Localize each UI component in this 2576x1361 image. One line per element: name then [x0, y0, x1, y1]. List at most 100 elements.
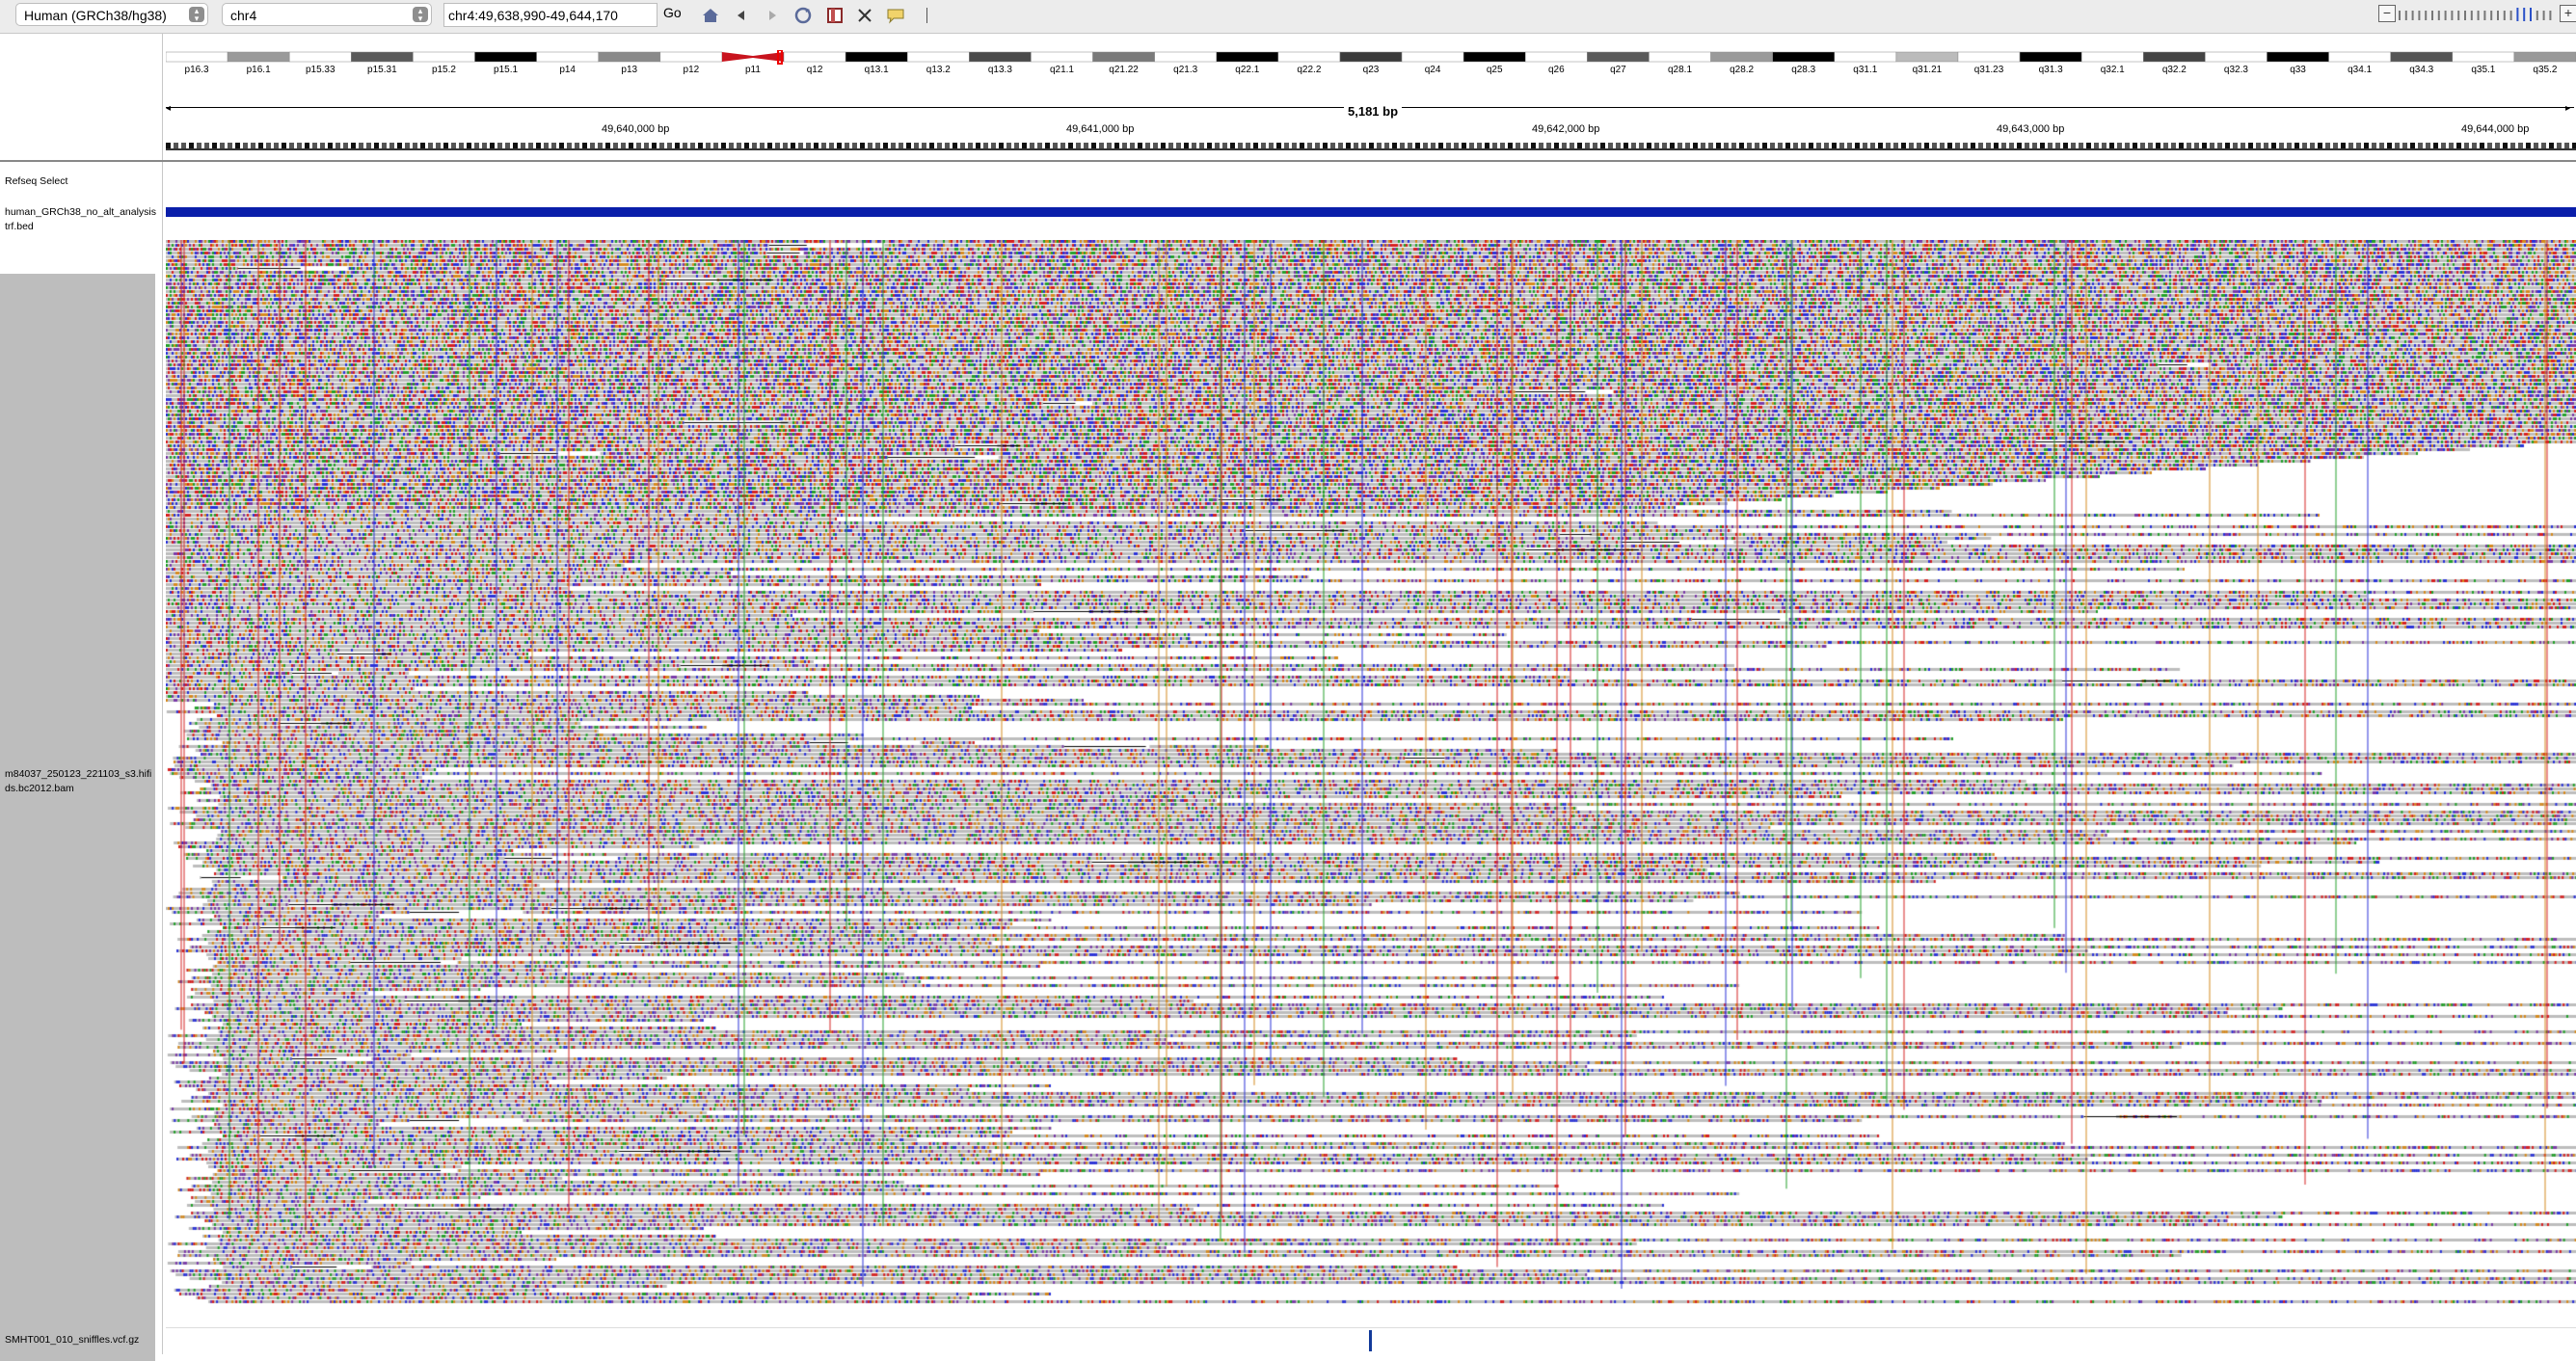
bam-track-name-line1: m84037_250123_221103_s3.hifi: [5, 768, 152, 780]
zoom-tick: [2431, 11, 2433, 20]
zoom-slider[interactable]: [2399, 8, 2555, 21]
sequence-tick: [1901, 143, 1906, 148]
sequence-tick: [2217, 143, 2222, 148]
ideogram-band: [783, 51, 846, 63]
ideogram-band-label: q28.3: [1791, 65, 1815, 75]
refseq-track-name[interactable]: Refseq Select: [5, 174, 159, 189]
ideogram-band: [351, 51, 414, 63]
bam-track-name[interactable]: m84037_250123_221103_s3.hifi ds.bc2012.b…: [5, 767, 159, 796]
ideogram-band-label: p14: [559, 65, 576, 75]
sequence-tick: [559, 143, 564, 148]
sequence-tick: [1539, 143, 1543, 148]
sequence-tick: [382, 143, 387, 148]
sequence-tick: [1045, 143, 1050, 148]
sequence-tick: [837, 143, 842, 148]
sequence-tick: [1053, 143, 1058, 148]
sequence-tick: [1801, 143, 1806, 148]
sequence-tick: [2248, 143, 2253, 148]
alignment-reads[interactable]: [166, 240, 2576, 1305]
sequence-tick: [1863, 143, 1867, 148]
sequence-tick: [1878, 143, 1883, 148]
sequence-tick: [1477, 143, 1482, 148]
ideogram-band: [1216, 51, 1279, 63]
sequence-tick: [845, 143, 849, 148]
sequence-tick: [2279, 143, 2284, 148]
sequence-tick: [706, 143, 711, 148]
sequence-tick: [2271, 143, 2276, 148]
sequence-tick: [312, 143, 317, 148]
home-icon[interactable]: [700, 6, 721, 27]
sequence-tick: [652, 143, 657, 148]
bam-track-name-background: [0, 274, 155, 1361]
sequence-tick: [1215, 143, 1220, 148]
zoom-in-button[interactable]: +: [2560, 5, 2576, 22]
bed-track-name[interactable]: human_GRCh38_no_alt_analysis trf.bed: [5, 205, 159, 234]
ruler-left-arrow-icon: ◂: [166, 103, 172, 114]
sequence-tick: [2148, 143, 2153, 148]
ideogram-band-label: q21.1: [1050, 65, 1074, 75]
sequence-tick: [2125, 143, 2130, 148]
sequence-tick: [2256, 143, 2261, 148]
zoom-out-button[interactable]: −: [2378, 5, 2396, 22]
centromere-marker: [721, 52, 785, 62]
sequence-tick: [1184, 143, 1189, 148]
trf-bed-feature[interactable]: [166, 207, 2576, 217]
sequence-tick: [2133, 143, 2137, 148]
zoom-tick: [2509, 11, 2512, 20]
sequence-tick: [2549, 143, 2554, 148]
locus-input[interactable]: chr4:49,638,990-49,644,170: [443, 3, 657, 27]
chevron-updown-icon: ▴ ▾: [413, 7, 428, 23]
chromosome-ideogram[interactable]: p16.3 p16.1 p15.33 p15.31 p15.2 p15.1 p14 p13 p1…: [166, 50, 2576, 75]
sequence-tick: [2171, 143, 2176, 148]
sequence-tick: [2456, 143, 2461, 148]
vcf-variant-marker[interactable]: [1369, 1330, 1372, 1351]
sequence-tick: [2418, 143, 2423, 148]
sequence-tick: [1107, 143, 1112, 148]
go-button[interactable]: Go: [663, 5, 682, 20]
genome-select-value: Human (GRCh38/hg38): [24, 8, 167, 23]
sequence-tick: [1246, 143, 1250, 148]
chromosome-select[interactable]: chr4 ▴ ▾: [222, 3, 432, 26]
sequence-tick: [945, 143, 950, 148]
sequence-ruler[interactable]: [166, 135, 2576, 154]
sequence-tick: [1207, 143, 1212, 148]
ideogram-band-label: q23: [1363, 65, 1380, 75]
sequence-tick: [1168, 143, 1173, 148]
sequence-tick: [2233, 143, 2238, 148]
forward-icon[interactable]: [762, 6, 783, 27]
sequence-tick: [2310, 143, 2315, 148]
ideogram-band-label: q26: [1548, 65, 1565, 75]
popup-icon[interactable]: [885, 6, 906, 27]
ideogram-band-label: q22.2: [1297, 65, 1321, 75]
sequence-tick: [2210, 143, 2214, 148]
sequence-tick: [575, 143, 579, 148]
crosshair-icon[interactable]: [854, 6, 875, 27]
ruler-tick-label: 49,643,000 bp: [1997, 123, 2065, 135]
ruler-tick-label: 49,640,000 bp: [602, 123, 670, 135]
sequence-tick: [2179, 143, 2184, 148]
sequence-tick: [806, 143, 811, 148]
sequence-tick: [366, 143, 371, 148]
back-icon[interactable]: [731, 6, 752, 27]
roi-icon[interactable]: [824, 6, 845, 27]
sequence-tick: [1747, 143, 1752, 148]
sequence-tick: [204, 143, 209, 148]
genome-select[interactable]: Human (GRCh38/hg38) ▴ ▾: [15, 3, 208, 26]
sequence-tick: [1261, 143, 1266, 148]
ruler-tick-label: 49,642,000 bp: [1532, 123, 1600, 135]
sequence-tick: [2472, 143, 2477, 148]
ideogram-band-label: q31.3: [2039, 65, 2063, 75]
sequence-tick: [189, 143, 194, 148]
refresh-icon[interactable]: [792, 6, 814, 27]
ideogram-band: [1587, 51, 1650, 63]
sequence-tick: [713, 143, 718, 148]
sequence-tick: [1485, 143, 1489, 148]
ideogram-band-label: q13.2: [926, 65, 951, 75]
sequence-tick: [2187, 143, 2191, 148]
vcf-track-name[interactable]: SMHT001_010_sniffles.vcf.gz: [5, 1333, 159, 1348]
sequence-tick: [228, 143, 232, 148]
sequence-tick: [1785, 143, 1790, 148]
ideogram-band: [2390, 51, 2454, 63]
sequence-tick: [2194, 143, 2199, 148]
sequence-tick: [1947, 143, 1952, 148]
